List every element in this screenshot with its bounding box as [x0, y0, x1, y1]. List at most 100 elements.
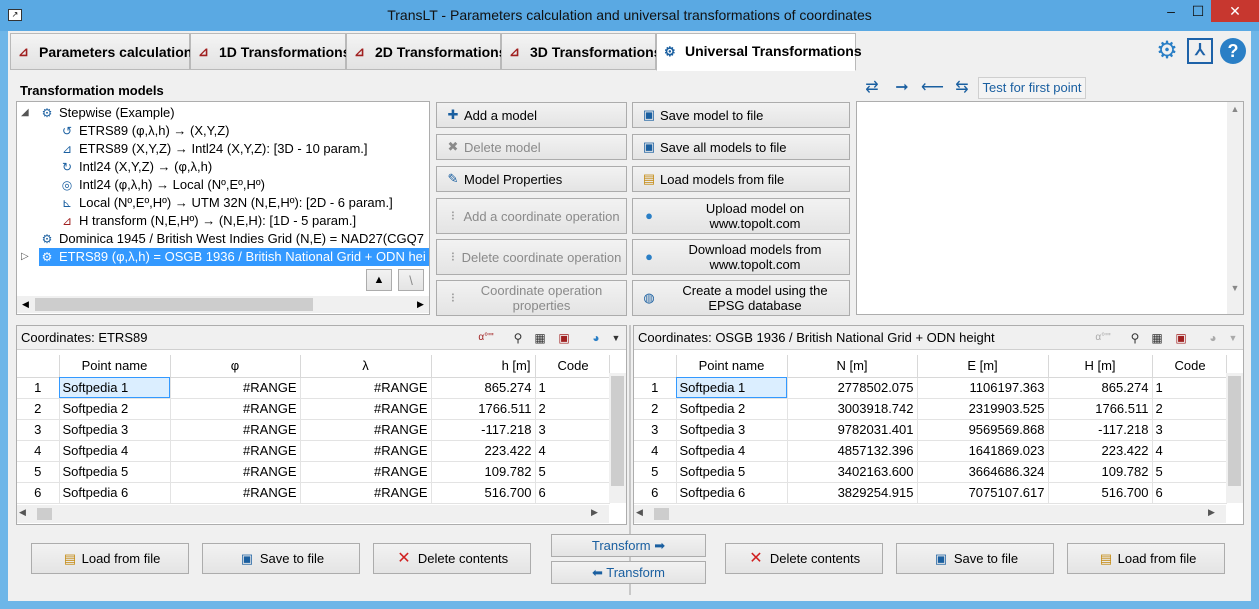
save-all-models-button[interactable]: ▣ Save all models to file [632, 134, 850, 160]
scroll-left-icon[interactable]: ◀ [17, 296, 34, 314]
table-row[interactable]: 3 Softpedia 3 9782031.401 9569569.868 -117.2… [634, 419, 1227, 441]
add-operation-button[interactable]: ⁝ Add a coordinate operation [436, 198, 627, 234]
delete-operation-button[interactable]: ⁝ Delete coordinate operation [436, 239, 627, 275]
load-right-button[interactable]: ▤ Load from file [1067, 543, 1225, 574]
right-grid-vscroll-thumb[interactable] [1228, 376, 1241, 486]
table-row[interactable]: 6 Softpedia 6 #RANGE #RANGE 516.700 6 [17, 482, 610, 504]
find-icon[interactable]: ⚲ [1126, 329, 1144, 347]
tab-2d-transformations[interactable]: ⊿ 2D Transformations [346, 33, 506, 70]
load-left-button[interactable]: ▤ Load from file [31, 543, 189, 574]
collapse-arrow-icon[interactable]: ◢ [21, 104, 29, 122]
column-header[interactable]: Code [1152, 355, 1227, 378]
palette-icon[interactable]: ◕ [587, 329, 605, 347]
delete-left-button[interactable]: ✕ Delete contents [373, 543, 531, 574]
pdf-icon[interactable]: ⅄ [1187, 38, 1213, 64]
column-header[interactable]: Code [535, 355, 610, 378]
scroll-right-icon[interactable]: ▶ [591, 507, 598, 518]
right-grid-hscroll-thumb[interactable] [654, 508, 669, 520]
column-header[interactable]: λ [300, 355, 432, 378]
table-row[interactable]: 3 Softpedia 3 #RANGE #RANGE -117.218 3 [17, 419, 610, 441]
column-header[interactable]: h [m] [431, 355, 536, 378]
add-model-button[interactable]: ✚ Add a model [436, 102, 627, 128]
left-grid-hscrollbar[interactable] [17, 505, 609, 523]
swap-back-icon[interactable]: ⇆ [951, 78, 973, 98]
angle-format-icon[interactable]: α°'" [473, 329, 499, 347]
column-header[interactable]: Point name [59, 355, 171, 378]
edit-grid-icon[interactable]: ▣ [555, 329, 573, 347]
epsg-model-button[interactable]: ◍ Create a model using the EPSG database [632, 280, 850, 316]
column-header[interactable]: H [m] [1048, 355, 1153, 378]
tab-1d-transformations[interactable]: ⊿ 1D Transformations [190, 33, 350, 70]
expand-arrow-icon[interactable]: ▷ [21, 248, 29, 266]
column-header[interactable] [17, 355, 60, 378]
grid-icon[interactable]: ▦ [1148, 329, 1166, 347]
angle-format-icon[interactable]: α°'" [1090, 329, 1116, 347]
operation-properties-button[interactable]: ⁝ Coordinate operation properties [436, 280, 627, 316]
right-grid-hscrollbar[interactable] [634, 505, 1226, 523]
edit-grid-icon[interactable]: ▣ [1172, 329, 1190, 347]
tree-item[interactable]: ⊾ Local (Nº,Eº,Hº) → UTM 32N (N,E,Hº): [2… [59, 194, 393, 212]
grid-icon[interactable]: ▦ [531, 329, 549, 347]
delete-model-button[interactable]: ✖ Delete model [436, 134, 627, 160]
load-models-button[interactable]: ▤ Load models from file [632, 166, 850, 192]
column-header[interactable]: φ [170, 355, 301, 378]
table-row[interactable]: 6 Softpedia 6 3829254.915 7075107.617 516.70… [634, 482, 1227, 504]
table-row[interactable]: 4 Softpedia 4 4857132.396 1641869.023 223.42… [634, 440, 1227, 462]
tree-item[interactable]: ⚙ Stepwise (Example) [39, 104, 175, 122]
save-left-button[interactable]: ▣ Save to file [202, 543, 360, 574]
scroll-left-icon[interactable]: ◀ [19, 507, 26, 518]
tree-item[interactable]: ⊿ H transform (N,E,Hº) → (N,E,H): [1D - 5… [59, 212, 356, 230]
arrow-left-icon[interactable]: ⟵ [921, 78, 944, 98]
minimize-button[interactable]: – [1158, 0, 1184, 22]
column-header[interactable]: Point name [676, 355, 788, 378]
help-icon[interactable]: ? [1220, 38, 1246, 64]
column-header[interactable]: E [m] [917, 355, 1049, 378]
table-row[interactable]: 2 Softpedia 2 3003918.742 2319903.525 1766.5… [634, 398, 1227, 420]
scroll-right-icon[interactable]: ▶ [412, 296, 429, 314]
palette-icon[interactable]: ◕ [1204, 329, 1222, 347]
table-row[interactable]: 2 Softpedia 2 #RANGE #RANGE 1766.511 2 [17, 398, 610, 420]
tree-item[interactable]: ⚙ Dominica 1945 / British West Indies Gri… [39, 230, 424, 248]
dropdown-icon[interactable]: ▼ [607, 329, 625, 347]
swap-icon[interactable]: ⇄ [861, 78, 883, 98]
left-grid-table[interactable]: Point name φ λ h [m] Code 1 Softpedia 1 #R… [17, 355, 610, 504]
right-grid-table[interactable]: Point name N [m] E [m] H [m] Code 1 Softp… [634, 355, 1227, 504]
column-header[interactable] [634, 355, 677, 378]
model-properties-button[interactable]: ✎ Model Properties [436, 166, 627, 192]
scroll-up-icon[interactable]: ▲ [1227, 104, 1243, 114]
table-row[interactable]: 4 Softpedia 4 #RANGE #RANGE 223.422 4 [17, 440, 610, 462]
tree-item[interactable]: ◎ Intl24 (φ,λ,h) → Local (Nº,Eº,Hº) [59, 176, 265, 194]
download-models-button[interactable]: ● Download models from www.topolt.com [632, 239, 850, 275]
save-model-button[interactable]: ▣ Save model to file [632, 102, 850, 128]
scroll-down-icon[interactable]: ▼ [1227, 283, 1243, 293]
move-down-button[interactable]: \ [398, 269, 424, 291]
close-button[interactable]: ✕ [1211, 0, 1259, 22]
scroll-left-icon[interactable]: ◀ [636, 507, 643, 518]
tree-item[interactable]: ↻ Intl24 (X,Y,Z) → (φ,λ,h) [59, 158, 212, 176]
move-up-button[interactable]: ▲ [366, 269, 392, 291]
scroll-right-icon[interactable]: ▶ [1208, 507, 1215, 518]
find-icon[interactable]: ⚲ [509, 329, 527, 347]
tab-parameters-calculation[interactable]: ⊿ Parameters calculation [10, 33, 192, 70]
tree-item-selected[interactable]: ⚙ ETRS89 (φ,λ,h) = OSGB 1936 / British Na… [39, 248, 429, 266]
arrow-right-icon[interactable]: ➞ [891, 78, 913, 98]
tree-item[interactable]: ⊿ ETRS89 (X,Y,Z) → Intl24 (X,Y,Z): [3D - … [59, 140, 368, 158]
tab-universal-transformations[interactable]: ⚙ Universal Transformations [656, 33, 862, 71]
tree-item[interactable]: ↺ ETRS89 (φ,λ,h) → (X,Y,Z) [59, 122, 230, 140]
delete-right-button[interactable]: ✕ Delete contents [725, 543, 883, 574]
tree-hscroll-thumb[interactable] [35, 298, 313, 311]
save-right-button[interactable]: ▣ Save to file [896, 543, 1054, 574]
table-row[interactable]: 5 Softpedia 5 #RANGE #RANGE 109.782 5 [17, 461, 610, 483]
dropdown-icon[interactable]: ▼ [1224, 329, 1242, 347]
test-first-point-button[interactable]: Test for first point [978, 77, 1086, 99]
left-grid-hscroll-thumb[interactable] [37, 508, 52, 520]
table-row[interactable]: 5 Softpedia 5 3402163.600 3664686.324 109.78… [634, 461, 1227, 483]
column-header[interactable]: N [m] [787, 355, 918, 378]
gear-icon[interactable]: ⚙ [1153, 37, 1181, 65]
table-row[interactable]: 1 Softpedia 1 #RANGE #RANGE 865.274 1 [17, 377, 610, 399]
left-grid-vscroll-thumb[interactable] [611, 376, 624, 486]
maximize-button[interactable]: ☐ [1185, 0, 1211, 22]
transform-forward-button[interactable]: Transform ➡ [551, 534, 706, 557]
table-row[interactable]: 1 Softpedia 1 2778502.075 1106197.363 865.27… [634, 377, 1227, 399]
transform-backward-button[interactable]: ⬅ Transform [551, 561, 706, 584]
